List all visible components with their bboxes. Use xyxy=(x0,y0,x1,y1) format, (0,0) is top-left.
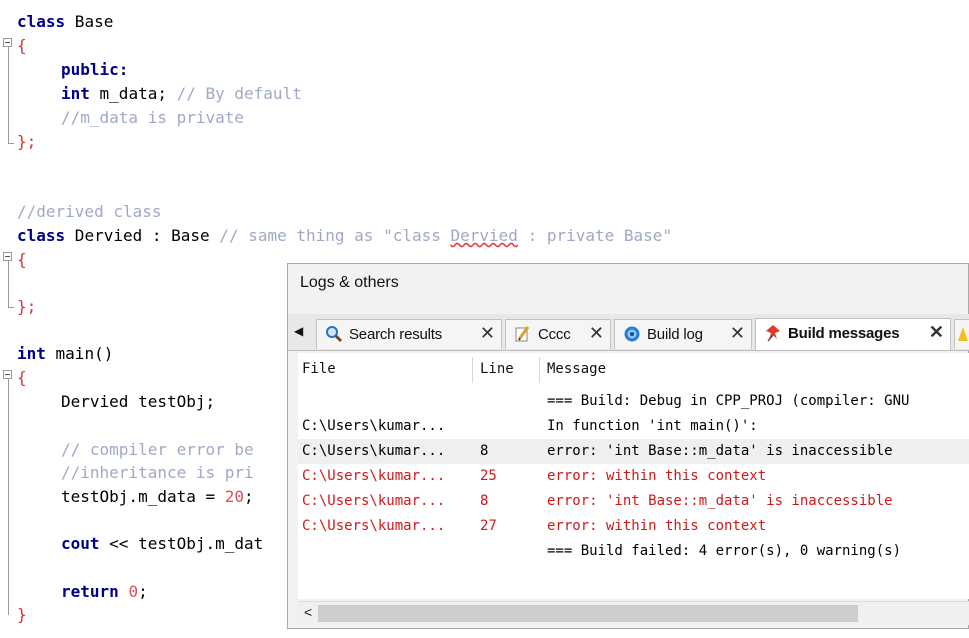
pin-icon xyxy=(766,325,780,342)
logs-panel[interactable]: Logs & others ◀ Search results ✕ Cccc ✕ xyxy=(287,263,969,629)
fold-line xyxy=(8,47,9,143)
close-icon[interactable]: ✕ xyxy=(589,323,604,344)
fold-line xyxy=(8,377,9,615)
magnifier-icon xyxy=(326,326,343,343)
code-line-14: // compiler error be xyxy=(61,440,254,459)
column-header-message[interactable]: Message xyxy=(547,353,606,385)
table-row[interactable]: C:\Users\kumar... 27 error: within this … xyxy=(298,514,969,539)
code-line-15: //inheritance is pri xyxy=(61,463,254,482)
tab-build-log[interactable]: Build log ✕ xyxy=(614,319,752,349)
code-line-7: //derived class xyxy=(17,202,162,221)
fold-end-marker xyxy=(8,307,14,308)
fold-toggle-icon[interactable] xyxy=(3,252,12,261)
table-row[interactable]: C:\Users\kumar... 25 error: within this … xyxy=(298,464,969,489)
code-line-17: cout << testObj.m_dat xyxy=(61,534,264,553)
column-divider[interactable] xyxy=(472,357,473,383)
close-icon[interactable]: ✕ xyxy=(480,323,495,344)
code-line-9: { xyxy=(17,250,27,269)
tab-label: Search results xyxy=(349,326,443,343)
code-line-10: }; xyxy=(17,297,37,316)
code-line-2: { xyxy=(17,36,27,55)
code-line-1: class Base xyxy=(17,12,114,31)
code-line-16: testObj.m_data = 20; xyxy=(61,487,254,506)
code-line-8: class Dervied : Base // same thing as "c… xyxy=(17,226,673,245)
tab-label: Cccc xyxy=(538,326,571,343)
build-messages-table[interactable]: File Line Message === Build: Debug in CP… xyxy=(298,353,969,599)
panel-title: Logs & others xyxy=(300,274,399,291)
spellcheck-squiggle: Dervied xyxy=(450,226,518,245)
close-icon[interactable]: ✕ xyxy=(730,323,745,344)
close-icon[interactable]: ✕ xyxy=(929,322,944,343)
column-divider[interactable] xyxy=(539,357,540,383)
table-row[interactable]: === Build: Debug in CPP_PROJ (compiler: … xyxy=(298,389,969,414)
gear-cog-icon xyxy=(624,326,640,342)
fold-line xyxy=(8,259,9,307)
table-row[interactable]: C:\Users\kumar... In function 'int main(… xyxy=(298,414,969,439)
table-row-selected[interactable]: C:\Users\kumar... 8 error: 'int Base::m_… xyxy=(298,439,969,464)
tab-build-messages[interactable]: Build messages ✕ xyxy=(755,318,951,350)
fold-toggle-icon[interactable] xyxy=(3,370,12,379)
code-line-3: public: xyxy=(61,60,129,79)
tab-scroll-left-icon[interactable]: ◀ xyxy=(294,324,303,338)
horizontal-scrollbar[interactable]: < xyxy=(298,601,969,625)
scroll-left-arrow-icon[interactable]: < xyxy=(304,604,312,620)
fold-toggle-icon[interactable] xyxy=(3,38,12,47)
code-line-18: return 0; xyxy=(61,582,148,601)
code-line-11: int main() xyxy=(17,344,114,363)
code-line-5: //m_data is private xyxy=(61,108,245,127)
table-row[interactable]: === Build failed: 4 error(s), 0 warning(… xyxy=(298,539,969,564)
column-header-file[interactable]: File xyxy=(302,353,336,385)
scrollbar-thumb[interactable] xyxy=(318,605,858,622)
tab-label: Build log xyxy=(647,326,703,343)
notepad-pencil-icon xyxy=(515,326,530,342)
tab-label: Build messages xyxy=(788,325,900,342)
code-line-6: }; xyxy=(17,132,37,151)
code-line-13: Dervied testObj; xyxy=(61,392,216,411)
tab-cccc[interactable]: Cccc ✕ xyxy=(505,319,611,349)
table-row[interactable]: C:\Users\kumar... 8 error: 'int Base::m_… xyxy=(298,489,969,514)
tab-search-results[interactable]: Search results ✕ xyxy=(316,319,502,349)
fold-end-marker xyxy=(8,143,14,144)
code-line-12: { xyxy=(17,368,27,387)
code-line-19: } xyxy=(17,605,27,624)
tab-overflow[interactable] xyxy=(954,319,969,349)
column-header-line[interactable]: Line xyxy=(480,353,514,385)
tab-bar: ◀ Search results ✕ Cccc ✕ Build log ✕ Bu… xyxy=(288,314,969,351)
warning-icon xyxy=(958,327,968,341)
code-line-4: int m_data; // By default xyxy=(61,84,302,103)
